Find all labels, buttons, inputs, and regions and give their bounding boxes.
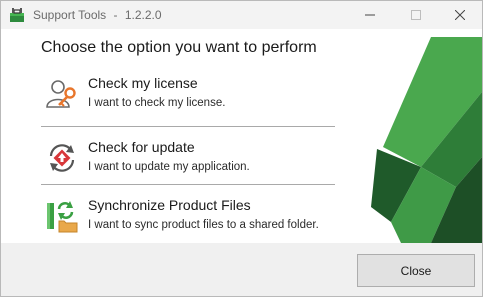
window-title-name: Support Tools <box>33 8 107 22</box>
minimize-icon <box>365 14 375 16</box>
option-description: I want to check my license. <box>88 97 226 109</box>
option-check-license[interactable]: Check my license I want to check my lice… <box>41 67 335 121</box>
option-check-update[interactable]: Check for update I want to update my app… <box>41 131 335 185</box>
user-key-icon <box>46 80 76 108</box>
maximize-icon <box>411 10 421 20</box>
page-heading: Choose the option you want to perform <box>41 39 317 56</box>
content-area: Choose the option you want to perform Ch… <box>1 29 482 243</box>
minimize-button[interactable] <box>347 1 393 29</box>
window-title-version: 1.2.2.0 <box>124 8 162 22</box>
sync-files-icon <box>47 201 78 233</box>
window-title-separator: - <box>113 8 118 22</box>
close-icon <box>455 10 465 20</box>
support-tools-window: Support Tools - 1.2.2.0 Choose the optio… <box>0 0 483 297</box>
update-icon <box>49 144 75 172</box>
option-title: Check for update <box>88 139 195 155</box>
option-description: I want to update my application. <box>88 161 250 173</box>
option-description: I want to sync product files to a shared… <box>88 219 319 231</box>
maximize-button[interactable] <box>393 1 439 29</box>
toolbox-icon <box>10 8 24 22</box>
green-ribbon-decoration <box>371 37 482 243</box>
close-button[interactable]: Close <box>357 254 475 287</box>
option-title: Check my license <box>88 75 198 91</box>
option-title: Synchronize Product Files <box>88 197 251 213</box>
title-bar: Support Tools - 1.2.2.0 <box>1 1 482 29</box>
divider <box>41 184 335 185</box>
window-close-button[interactable] <box>437 1 482 29</box>
footer-bar: Close <box>1 243 482 296</box>
option-sync-product-files[interactable]: Synchronize Product Files I want to sync… <box>41 189 335 243</box>
window-title: Support Tools - 1.2.2.0 <box>33 8 162 22</box>
divider <box>41 126 335 127</box>
